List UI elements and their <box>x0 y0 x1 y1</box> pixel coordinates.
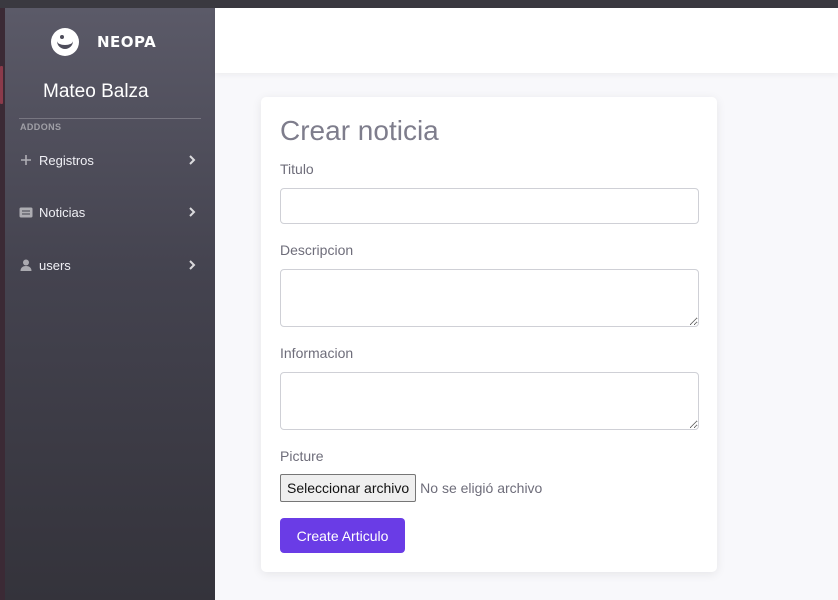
sidebar: NEOPA Mateo Balza ADDONS Registros Notic… <box>5 8 215 600</box>
informacion-textarea[interactable] <box>280 372 699 430</box>
sidebar-section-label: ADDONS <box>20 122 62 132</box>
informacion-label: Informacion <box>280 345 354 361</box>
brand[interactable]: NEOPA <box>51 28 156 56</box>
window-top-strip <box>0 0 838 8</box>
user-icon <box>19 258 33 272</box>
chevron-right-icon <box>189 207 196 217</box>
sidebar-item-label: users <box>39 257 71 273</box>
descripcion-textarea[interactable] <box>280 269 699 327</box>
create-news-card: Crear noticia Titulo Descripcion Informa… <box>261 97 717 572</box>
brand-name: NEOPA <box>97 33 157 51</box>
chevron-right-icon <box>189 260 196 270</box>
create-articulo-button[interactable]: Create Articulo <box>280 518 405 553</box>
plus-icon <box>19 153 33 167</box>
user-name: Mateo Balza <box>43 81 149 102</box>
desktop-edge-marker <box>0 66 3 104</box>
chevron-right-icon <box>189 155 196 165</box>
sidebar-item-registros[interactable]: Registros <box>5 145 215 175</box>
topbar <box>215 8 838 73</box>
winking-face-icon <box>51 28 79 56</box>
sidebar-item-label: Registros <box>39 152 94 168</box>
file-status-text: No se eligió archivo <box>420 480 543 496</box>
newspaper-icon <box>19 205 33 219</box>
sidebar-item-noticias[interactable]: Noticias <box>5 197 215 227</box>
descripcion-label: Descripcion <box>280 242 354 258</box>
picture-label: Picture <box>280 448 324 464</box>
titulo-label: Titulo <box>280 161 314 177</box>
picture-file-input: Seleccionar archivo No se eligió archivo <box>280 474 542 502</box>
page-title: Crear noticia <box>280 115 439 146</box>
titulo-input[interactable] <box>280 188 699 224</box>
sidebar-item-users[interactable]: users <box>5 250 215 280</box>
sidebar-item-label: Noticias <box>39 204 86 220</box>
sidebar-divider <box>19 118 201 119</box>
choose-file-button[interactable]: Seleccionar archivo <box>280 474 417 502</box>
